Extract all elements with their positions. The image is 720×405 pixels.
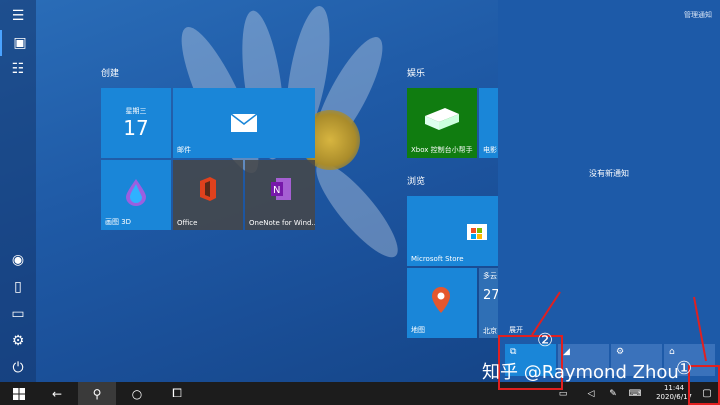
paint3d-tile-label: 画图 3D <box>105 218 132 226</box>
microsoft-store-tile[interactable]: Microsoft Store <box>407 196 499 266</box>
onenote-tile[interactable]: N OneNote for Wind... <box>245 160 315 230</box>
tiles-view-icon[interactable]: ▣ <box>0 30 38 56</box>
pen-icon[interactable]: ✎ <box>602 382 624 405</box>
keyboard-icon[interactable]: ⌨ <box>624 382 646 405</box>
store-tile-label: Microsoft Store <box>411 255 464 263</box>
xbox-console-icon <box>425 108 459 130</box>
calendar-tile[interactable]: 星期三 17 <box>101 88 171 158</box>
volume-icon[interactable]: ◁ <box>580 382 602 405</box>
weather-temperature: 27 <box>483 288 499 303</box>
taskbar: ← ⚲ ○ ⧠ ▭ ◁ ✎ ⌨ 11:44 2020/6/17 ▢ <box>0 382 720 405</box>
weather-tile[interactable]: 多云 27 北京 <box>479 268 499 338</box>
office-tile-label: Office <box>177 219 198 227</box>
movies-tile[interactable]: 电影 <box>479 88 499 158</box>
paint3d-tile[interactable]: 画图 3D <box>101 160 171 230</box>
maps-tile[interactable]: 地图 <box>407 268 477 338</box>
annotation-box-action-center <box>688 365 720 405</box>
onenote-tile-label: OneNote for Wind... <box>249 219 315 227</box>
annotation-number-two: ② <box>537 330 554 351</box>
hamburger-menu-icon[interactable]: ☰ <box>0 3 36 29</box>
store-bag-icon <box>467 224 487 240</box>
settings-gear-icon[interactable]: ⚙ <box>0 328 36 354</box>
windows-logo-icon <box>13 387 25 400</box>
movies-tile-label: 电影 <box>483 146 497 154</box>
group-label-browse: 浏览 <box>407 177 426 187</box>
wallpaper-petal <box>305 153 409 267</box>
task-view-icon[interactable]: ⧠ <box>158 382 196 405</box>
zhihu-watermark: 知乎 @Raymond Zhou <box>482 362 679 383</box>
annotation-arrow-1 <box>693 296 707 362</box>
no-notifications-text: 没有新通知 <box>589 169 629 178</box>
search-icon[interactable]: ⚲ <box>78 382 116 405</box>
power-icon[interactable]: ⏻ <box>0 355 36 381</box>
office-tile[interactable]: Office <box>173 160 243 230</box>
mail-tile[interactable]: 邮件 <box>173 88 315 158</box>
user-avatar-icon[interactable]: ◉ <box>0 247 36 273</box>
mail-envelope-icon <box>231 114 257 132</box>
mail-tile-label: 邮件 <box>177 146 191 154</box>
documents-icon[interactable]: ▯ <box>0 274 36 300</box>
group-label-entertainment: 娱乐 <box>407 69 426 79</box>
taskbar-clock[interactable]: 11:44 2020/6/17 <box>656 384 692 402</box>
onenote-logo-icon: N <box>271 178 291 200</box>
svg-text:N: N <box>273 185 280 196</box>
back-arrow-icon[interactable]: ← <box>38 382 76 405</box>
calendar-date: 17 <box>123 116 149 140</box>
network-icon: ◢ <box>563 347 570 357</box>
group-label-create: 创建 <box>101 69 120 79</box>
start-left-rail: ☰ ▣ ☷ ◉ ▯ ▭ ⚙ ⏻ <box>0 0 36 382</box>
office-logo-icon <box>200 177 216 201</box>
all-apps-list-icon[interactable]: ☷ <box>0 56 36 82</box>
clock-time: 11:44 <box>663 384 685 392</box>
clock-date: 2020/6/17 <box>656 393 692 401</box>
location-icon: ⌂ <box>669 347 675 357</box>
paint3d-drop-icon <box>126 179 146 206</box>
calendar-day: 星期三 <box>125 107 147 115</box>
cortana-circle-icon[interactable]: ○ <box>118 382 156 405</box>
maps-tile-label: 地图 <box>411 326 425 334</box>
windows-start-icon[interactable] <box>0 382 38 405</box>
settings-icon: ⚙ <box>616 347 625 357</box>
maps-pin-icon <box>432 287 450 313</box>
pictures-icon[interactable]: ▭ <box>0 301 36 327</box>
xbox-tile[interactable]: Xbox 控制台小帮手 <box>407 88 477 158</box>
weather-city: 北京 <box>483 327 497 335</box>
xbox-tile-label: Xbox 控制台小帮手 <box>411 146 473 154</box>
manage-notifications-link[interactable]: 管理通知 <box>684 10 712 20</box>
weather-condition: 多云 <box>483 272 497 280</box>
